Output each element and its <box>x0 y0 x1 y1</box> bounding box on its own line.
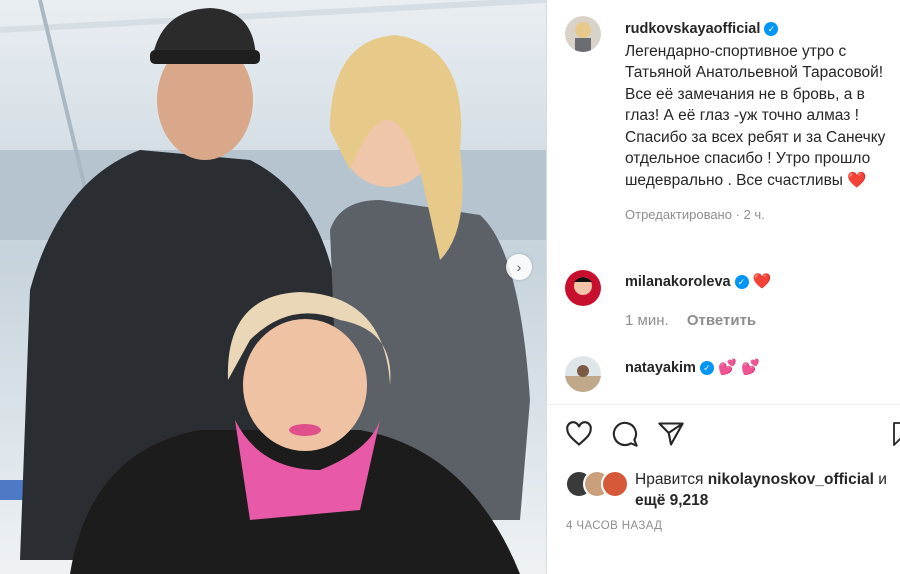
edited-separator: · <box>735 207 740 222</box>
commenter-avatar[interactable] <box>565 270 601 306</box>
comment: milanakoroleva ✓ ❤️ <box>625 272 771 290</box>
likes-count[interactable]: ещё 9,218 <box>635 492 708 509</box>
comment-time: 1 мин. <box>625 312 669 329</box>
liker-avatars <box>565 468 629 498</box>
commenter-avatar[interactable] <box>565 356 601 392</box>
comment-text: ❤️ <box>752 273 772 290</box>
next-photo-button[interactable]: › <box>506 254 532 280</box>
comment-icon[interactable] <box>611 420 639 448</box>
caption-heart-emoji: ❤️ <box>847 171 867 189</box>
liker-avatar <box>601 470 629 498</box>
share-icon[interactable] <box>657 420 685 448</box>
edited-label: Отредактировано <box>625 207 732 222</box>
edited-time: 2 ч. <box>743 207 765 222</box>
caption-text: Легендарно-спортивное утро с Татьяной Ан… <box>625 42 886 189</box>
author-username[interactable]: rudkovskayaofficial <box>625 21 760 37</box>
comment-text: 💕 💕 <box>718 359 760 376</box>
edited-info: Отредактировано · 2 ч. <box>625 204 895 226</box>
comment-username[interactable]: milanakoroleva <box>625 274 731 290</box>
verified-icon: ✓ <box>699 361 714 376</box>
author-avatar[interactable] <box>565 16 601 52</box>
comment: natayakim ✓ 💕 💕 <box>625 358 760 376</box>
likes-suffix: и <box>878 471 887 488</box>
bookmark-icon[interactable] <box>892 420 900 448</box>
likes-prefix: Нравится <box>635 471 704 488</box>
verified-icon: ✓ <box>764 21 779 36</box>
reply-button[interactable]: Ответить <box>687 312 756 329</box>
heart-icon[interactable] <box>565 420 593 448</box>
comment-meta: 1 мин. Ответить <box>625 312 756 329</box>
post-timestamp: 4 ЧАСОВ НАЗАД <box>566 520 663 532</box>
post-caption: rudkovskayaofficial ✓ Легендарно-спортивн… <box>625 18 895 226</box>
chevron-right-icon: › <box>516 259 522 275</box>
post-photo[interactable] <box>0 0 546 574</box>
liker-username[interactable]: nikolaynoskov_official <box>708 471 874 488</box>
post-side-panel: rudkovskayaofficial ✓ Легендарно-спортивн… <box>547 0 900 574</box>
verified-icon: ✓ <box>734 275 749 290</box>
action-bar <box>565 420 685 448</box>
likes-summary: Нравится nikolaynoskov_official и ещё 9,… <box>635 469 887 511</box>
comment-username[interactable]: natayakim <box>625 360 696 376</box>
divider <box>547 404 900 405</box>
